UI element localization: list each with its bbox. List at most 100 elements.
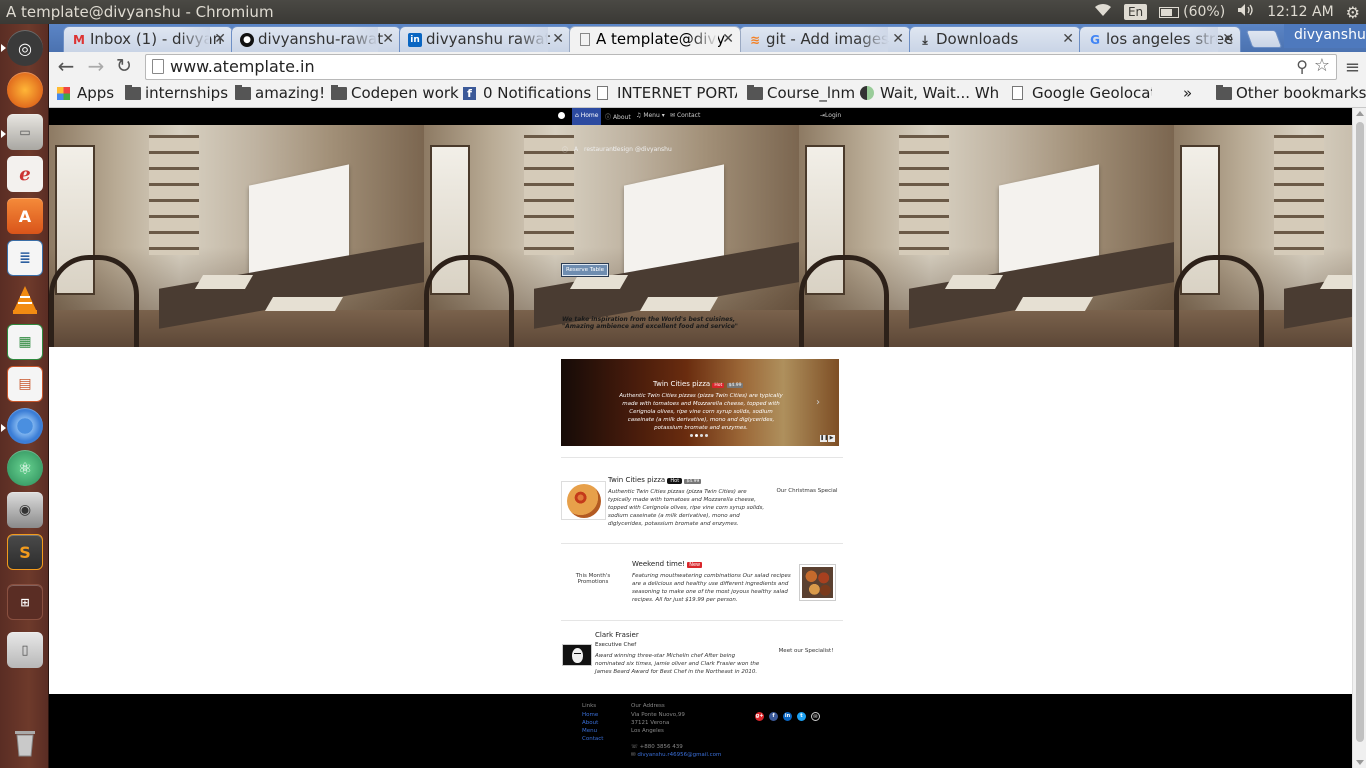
impress-icon[interactable]: ▤ [7, 366, 43, 402]
bookmark-apps[interactable]: Apps [57, 84, 114, 102]
github-icon: ● [240, 33, 254, 47]
bookmark-wait-wait[interactable]: Wait, Wait... Wha [860, 84, 1000, 102]
scroll-down-arrow-icon[interactable] [1356, 760, 1364, 765]
profile-button[interactable]: divyanshu [1284, 24, 1366, 48]
tab-gmail[interactable]: M Inbox (1) - divyan ✕ [63, 26, 233, 52]
url-text[interactable]: www.atemplate.in [170, 57, 315, 76]
close-icon[interactable]: ✕ [552, 31, 564, 47]
forward-arrow-icon[interactable]: → [85, 56, 107, 78]
close-icon[interactable]: ✕ [892, 31, 904, 47]
bookmark-course-lnm[interactable]: Course_lnm [747, 84, 855, 102]
bookmark-internships[interactable]: internships [125, 84, 228, 102]
footer-email[interactable]: ✉ divyanshu.r46956@gmail.com [631, 752, 721, 758]
nav-menu[interactable]: ♫ Menu ▾ [636, 112, 665, 119]
software-center-icon[interactable]: A [7, 198, 43, 234]
bookmark-google-geolocation[interactable]: Google Geolocati [1012, 84, 1152, 102]
close-icon[interactable]: ✕ [722, 31, 734, 47]
wifi-icon[interactable] [1094, 3, 1112, 21]
bookmark-amazing[interactable]: amazing! [235, 84, 325, 102]
disks-icon[interactable]: ◉ [7, 492, 43, 528]
nav-home[interactable]: ⌂ Home [572, 108, 602, 125]
linkedin-icon[interactable]: in [783, 712, 792, 721]
address-bar[interactable]: www.atemplate.in ⚲ ☆ [145, 54, 1337, 80]
twitter-icon[interactable]: t [797, 712, 806, 721]
meet-specialist-label: Meet our Specialist! [778, 648, 834, 654]
carousel-indicator[interactable] [705, 434, 708, 437]
reserve-table-button[interactable]: Reserve Table [562, 264, 608, 276]
carousel-indicator[interactable] [690, 434, 693, 437]
bookmark-star-icon[interactable]: ☆ [1314, 55, 1330, 76]
tab-linkedin[interactable]: in divyanshu rawat ✕ [399, 26, 571, 52]
firefox-icon[interactable] [7, 72, 43, 108]
atom-icon[interactable]: ⚛ [7, 450, 43, 486]
tagline-word: restaurant [584, 146, 616, 153]
writer-icon[interactable]: ≣ [7, 240, 43, 276]
new-tab-button[interactable] [1245, 30, 1283, 48]
footer-link-about[interactable]: About [582, 720, 598, 726]
scroll-up-arrow-icon[interactable] [1356, 111, 1364, 116]
carousel-next-icon[interactable]: › [816, 397, 820, 408]
scrollbar-thumb[interactable] [1356, 122, 1364, 742]
reload-icon[interactable]: ↻ [113, 56, 135, 78]
site-logo-icon[interactable] [558, 112, 565, 119]
vlc-icon[interactable] [7, 282, 43, 318]
battery-indicator[interactable]: (60%) [1159, 4, 1225, 20]
tab-stackoverflow[interactable]: ≋ git - Add images ✕ [739, 26, 911, 52]
mail-icon[interactable]: ✉ [811, 712, 820, 721]
facebook-icon[interactable]: f [769, 712, 778, 721]
tab-github[interactable]: ● divyanshu-rawat ✕ [231, 26, 401, 52]
volume-icon[interactable] [1237, 3, 1255, 21]
keyboard-layout-indicator[interactable]: En [1123, 4, 1148, 20]
bookmark-codepen-work[interactable]: Codepen work [331, 84, 459, 102]
close-icon[interactable]: ✕ [1062, 31, 1074, 47]
footer-link-menu[interactable]: Menu [582, 728, 597, 734]
restaurant-interior-image [799, 125, 1174, 347]
page-scrollbar[interactable] [1352, 108, 1366, 768]
featured-carousel[interactable]: Twin Cities pizza Hot $4.99 Authentic Tw… [561, 359, 839, 446]
bookmark-notifications[interactable]: f 0 Notifications [463, 84, 591, 102]
clock[interactable]: 12:12 AM [1267, 4, 1333, 20]
workspace-switcher-icon[interactable]: ⊞ [7, 584, 43, 620]
restaurant-interior-image [1174, 125, 1352, 347]
other-bookmarks[interactable]: Other bookmarks [1216, 84, 1366, 102]
trash-icon[interactable] [7, 724, 43, 760]
zoom-icon[interactable]: ⚲ [1296, 57, 1308, 76]
document-viewer-icon[interactable]: ℯ [7, 156, 43, 192]
ubuntu-dash-icon[interactable]: ◎ [7, 30, 43, 66]
carousel-indicator-active[interactable] [695, 434, 698, 437]
divider [561, 620, 843, 621]
footer-link-contact[interactable]: Contact [582, 736, 603, 742]
folder-icon [331, 85, 347, 100]
usb-drive-icon[interactable]: ▯ [7, 632, 43, 668]
close-icon[interactable]: ✕ [214, 31, 226, 47]
files-icon[interactable]: ▭ [7, 114, 43, 150]
carousel-indicator[interactable] [700, 434, 703, 437]
play-icon[interactable]: ▶ [828, 435, 835, 442]
battery-percent: (60%) [1183, 4, 1226, 20]
menu-hamburger-icon[interactable]: ≡ [1345, 57, 1360, 78]
nav-contact[interactable]: ✉ Contact [670, 112, 700, 119]
bell-icon: ♫ [636, 112, 642, 119]
nav-about[interactable]: ⓘ About [605, 112, 631, 121]
chromium-icon[interactable] [7, 408, 43, 444]
close-icon[interactable]: ✕ [382, 31, 394, 47]
sublime-text-icon[interactable]: S [7, 534, 43, 570]
footer-link-home[interactable]: Home [582, 712, 598, 718]
tab-google-search[interactable]: G los angeles stree ✕ [1079, 26, 1241, 52]
pause-icon[interactable]: ❚❚ [820, 435, 828, 442]
nav-login[interactable]: ⇥Login [820, 112, 841, 119]
promo-description: Authentic Twin Cities pizzas (pizza Twin… [608, 489, 765, 527]
settings-gear-icon[interactable]: ⚙ [1346, 3, 1360, 22]
calc-icon[interactable]: ▦ [7, 324, 43, 360]
close-icon[interactable]: ✕ [1222, 31, 1234, 47]
google-plus-icon[interactable]: g+ [755, 712, 764, 721]
back-arrow-icon[interactable]: ← [55, 56, 77, 78]
bookmark-internet-portal[interactable]: INTERNET PORTA [597, 84, 737, 102]
bookmarks-overflow-chevron-icon[interactable]: » [1183, 84, 1192, 102]
home-icon: ⌂ [575, 112, 579, 119]
info-icon: ⓘ [562, 147, 569, 154]
tagline-word: @divyanshu [635, 146, 672, 153]
tab-downloads[interactable]: ⤓ Downloads ✕ [909, 26, 1081, 52]
christmas-special-label: Our Christmas Special [776, 488, 838, 494]
tab-atemplate[interactable]: A template@divy ✕ [569, 26, 741, 52]
